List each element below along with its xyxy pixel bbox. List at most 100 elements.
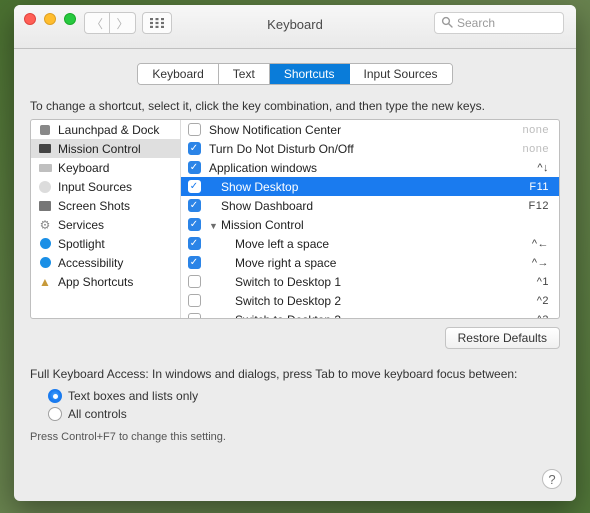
shortcut-label: Switch to Desktop 2 (207, 294, 501, 308)
fka-option[interactable]: All controls (48, 405, 560, 423)
enable-checkbox[interactable]: ✓ (188, 199, 201, 212)
shortcut-label: Show Dashboard (207, 199, 501, 213)
shortcut-label: Turn Do Not Disturb On/Off (207, 142, 501, 156)
shortcut-row[interactable]: ✓ ▼Mission Control (181, 215, 559, 234)
category-label: Mission Control (58, 142, 141, 156)
radio-button[interactable] (48, 389, 62, 403)
enable-checkbox[interactable]: ✓ (188, 237, 201, 250)
shortcut-row[interactable]: ✓ Move right a space^→ (181, 253, 559, 272)
category-spotlight[interactable]: Spotlight (31, 234, 180, 253)
launchpad-icon (38, 123, 52, 137)
zoom-button[interactable] (64, 13, 76, 25)
forward-button[interactable]: 〉 (110, 12, 136, 34)
accessibility-icon (38, 256, 52, 270)
traffic-lights (24, 13, 76, 25)
chevron-left-icon: 〈 (91, 15, 103, 32)
category-screen-shots[interactable]: Screen Shots (31, 196, 180, 215)
category-launchpad-dock[interactable]: Launchpad & Dock (31, 120, 180, 139)
category-accessibility[interactable]: Accessibility (31, 253, 180, 272)
shortcut-key[interactable]: ^3 (501, 314, 549, 319)
category-mission-control[interactable]: Mission Control (31, 139, 180, 158)
fka-option[interactable]: Text boxes and lists only (48, 387, 560, 405)
grid-icon (150, 18, 164, 28)
shortcut-key[interactable]: ^→ (501, 257, 549, 269)
shortcut-row[interactable]: Switch to Desktop 3^3 (181, 310, 559, 318)
shortcut-row[interactable]: ✓ Application windows^↓ (181, 158, 559, 177)
shortcut-key[interactable]: ^← (501, 238, 549, 250)
shortcut-label: Show Desktop (207, 180, 501, 194)
search-icon (441, 16, 453, 31)
restore-defaults-button[interactable]: Restore Defaults (445, 327, 560, 349)
category-services[interactable]: ⚙ Services (31, 215, 180, 234)
tab-shortcuts[interactable]: Shortcuts (270, 64, 350, 84)
preferences-window: 〈 〉 Keyboard KeyboardTextShortcutsInput … (14, 5, 576, 501)
help-button[interactable]: ? (542, 469, 562, 489)
spotlight-icon (38, 237, 52, 251)
enable-checkbox[interactable] (188, 313, 201, 318)
shortcut-key[interactable]: ^2 (501, 295, 549, 307)
app-shortcuts-icon: ▲ (38, 275, 52, 289)
enable-checkbox[interactable] (188, 123, 201, 136)
disclosure-triangle-icon[interactable]: ▼ (209, 221, 219, 231)
shortcut-row[interactable]: ✓ Show DashboardF12 (181, 196, 559, 215)
shortcut-key[interactable]: F12 (501, 200, 549, 212)
enable-checkbox[interactable]: ✓ (188, 161, 201, 174)
shortcut-row[interactable]: ✓ Turn Do Not Disturb On/Offnone (181, 139, 559, 158)
shortcut-key[interactable]: ^1 (501, 276, 549, 288)
enable-checkbox[interactable]: ✓ (188, 180, 201, 193)
shortcut-key[interactable]: none (501, 143, 549, 155)
enable-checkbox[interactable]: ✓ (188, 218, 201, 231)
search-field[interactable] (434, 12, 564, 34)
category-label: Accessibility (58, 256, 123, 270)
titlebar: 〈 〉 Keyboard (14, 5, 576, 49)
tab-input-sources[interactable]: Input Sources (350, 64, 452, 84)
shortcut-label: Switch to Desktop 1 (207, 275, 501, 289)
radio-label: All controls (68, 407, 127, 421)
shortcut-label: ▼Mission Control (207, 218, 501, 232)
radio-button[interactable] (48, 407, 62, 421)
back-button[interactable]: 〈 (84, 12, 110, 34)
mission-control-icon (38, 142, 52, 156)
enable-checkbox[interactable]: ✓ (188, 142, 201, 155)
gear-icon: ⚙ (38, 218, 52, 232)
shortcuts-panes: Launchpad & Dock Mission Control Keyboard I… (30, 119, 560, 319)
keyboard-icon (38, 161, 52, 175)
tab-text[interactable]: Text (219, 64, 270, 84)
shortcut-label: Switch to Desktop 3 (207, 313, 501, 319)
category-label: Services (58, 218, 104, 232)
category-app-shortcuts[interactable]: ▲ App Shortcuts (31, 272, 180, 291)
close-button[interactable] (24, 13, 36, 25)
show-all-button[interactable] (142, 12, 172, 34)
fka-radio-group: Text boxes and lists only All controls (48, 387, 560, 423)
shortcut-key[interactable]: ^↓ (501, 162, 549, 174)
shortcut-row[interactable]: ✓ Show DesktopF11 (181, 177, 559, 196)
category-label: Keyboard (58, 161, 109, 175)
tab-bar: KeyboardTextShortcutsInput Sources (30, 63, 560, 85)
category-keyboard[interactable]: Keyboard (31, 158, 180, 177)
category-label: Spotlight (58, 237, 105, 251)
shortcut-label: Move right a space (207, 256, 501, 270)
category-label: Input Sources (58, 180, 132, 194)
minimize-button[interactable] (44, 13, 56, 25)
search-input[interactable] (457, 16, 557, 30)
shortcut-row[interactable]: Show Notification Centernone (181, 120, 559, 139)
enable-checkbox[interactable]: ✓ (188, 256, 201, 269)
shortcut-list[interactable]: Show Notification Centernone ✓ Turn Do Not… (181, 120, 559, 318)
category-input-sources[interactable]: Input Sources (31, 177, 180, 196)
shortcut-key[interactable]: none (501, 124, 549, 136)
enable-checkbox[interactable] (188, 275, 201, 288)
shortcut-label: Move left a space (207, 237, 501, 251)
shortcut-row[interactable]: ✓ Move left a space^← (181, 234, 559, 253)
shortcut-row[interactable]: Switch to Desktop 1^1 (181, 272, 559, 291)
shortcut-key[interactable]: F11 (501, 181, 549, 193)
screenshot-icon (38, 199, 52, 213)
enable-checkbox[interactable] (188, 294, 201, 307)
radio-label: Text boxes and lists only (68, 389, 198, 403)
category-list[interactable]: Launchpad & Dock Mission Control Keyboard I… (31, 120, 181, 318)
category-label: App Shortcuts (58, 275, 133, 289)
tab-keyboard[interactable]: Keyboard (138, 64, 218, 84)
shortcut-label: Show Notification Center (207, 123, 501, 137)
shortcut-label: Application windows (207, 161, 501, 175)
fka-hint: Press Control+F7 to change this setting. (30, 431, 560, 443)
shortcut-row[interactable]: Switch to Desktop 2^2 (181, 291, 559, 310)
